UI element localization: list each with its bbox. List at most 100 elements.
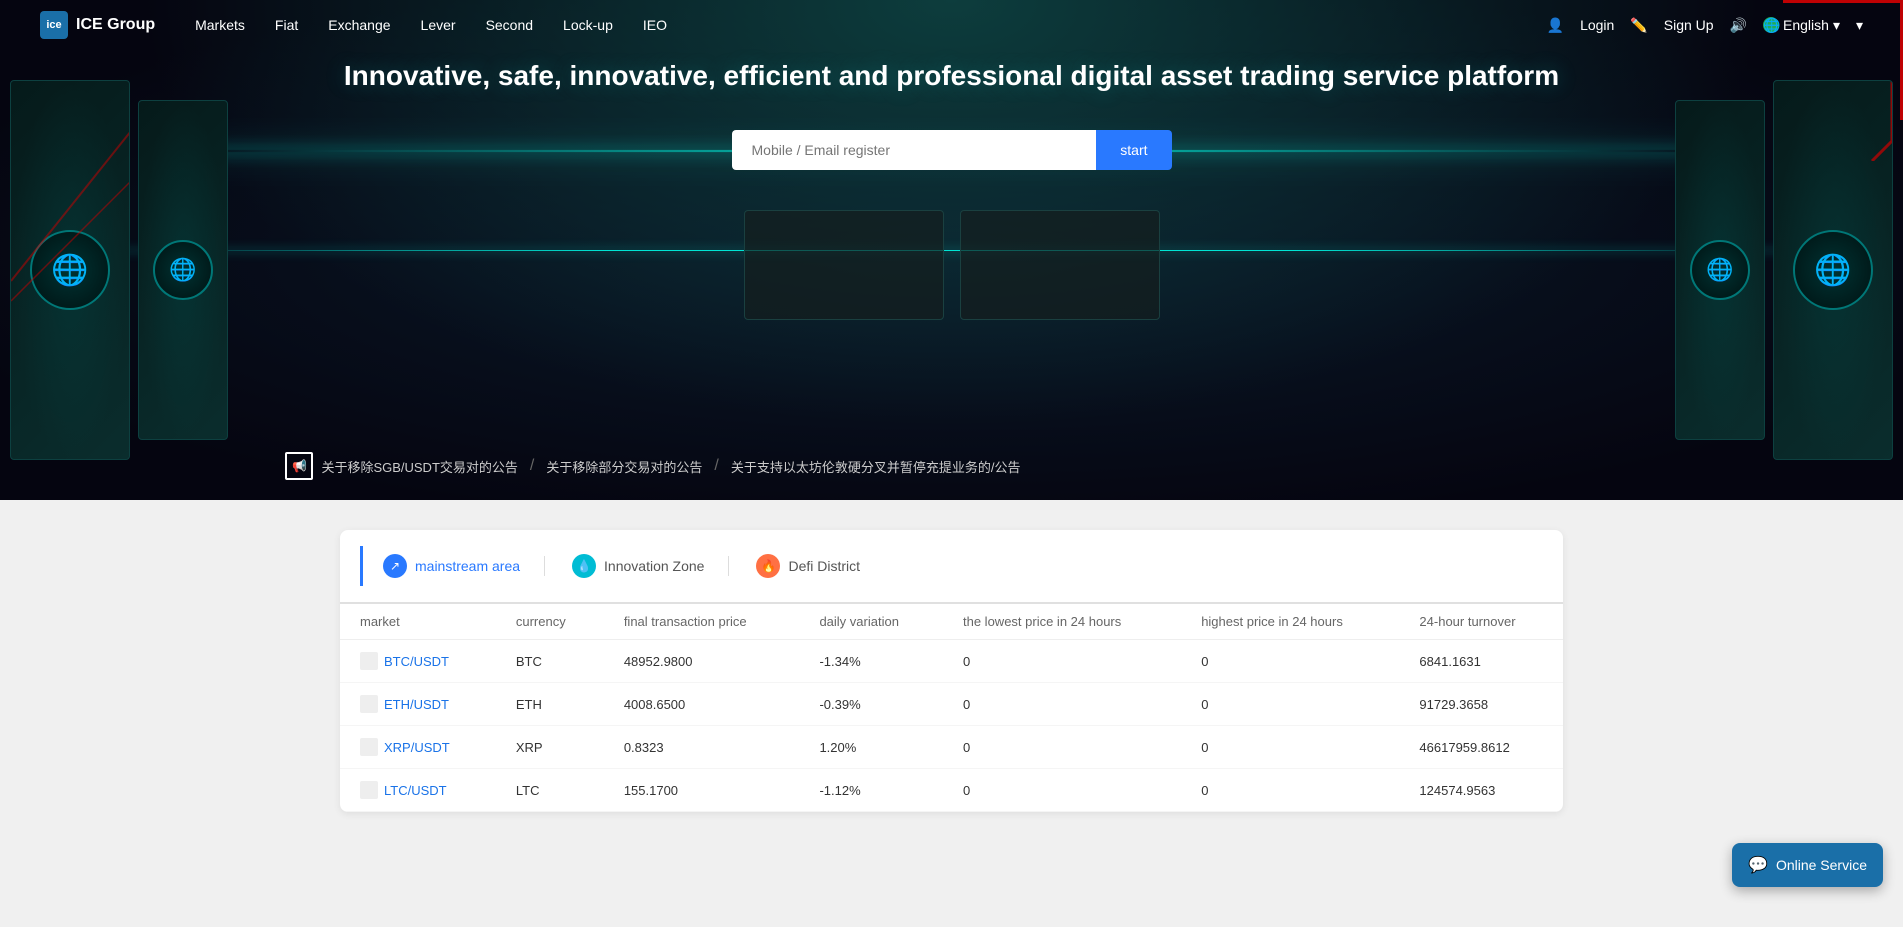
nav-second[interactable]: Second (486, 17, 533, 33)
pair-icon-1 (360, 695, 378, 713)
nav-lockup[interactable]: Lock-up (563, 17, 613, 33)
logo-icon: ice (40, 11, 68, 39)
cell-turnover-3: 124574.9563 (1399, 769, 1563, 812)
nav-markets[interactable]: Markets (195, 17, 245, 33)
globe-icon-right2: 🌐 (1793, 230, 1873, 310)
login-link[interactable]: Login (1580, 17, 1614, 33)
tab-mainstream[interactable]: ↗ mainstream area (360, 546, 540, 586)
chat-icon: 💬 (1748, 855, 1768, 875)
language-globe-icon: 🌐 (1763, 17, 1779, 33)
table-row[interactable]: LTC/USDT LTC 155.1700 -1.12% 0 0 124574.… (340, 769, 1563, 812)
logo-text: ICE Group (76, 16, 155, 34)
signup-link[interactable]: Sign Up (1664, 17, 1714, 33)
tab-innovation[interactable]: 💧 Innovation Zone (549, 546, 724, 586)
pair-icon-2 (360, 738, 378, 756)
defi-tab-icon: 🔥 (756, 554, 780, 578)
hero-search-bar: start (732, 130, 1172, 170)
globe-icon-left2: 🌐 (153, 240, 213, 300)
separator-2: / (714, 457, 718, 475)
nav-lever[interactable]: Lever (421, 17, 456, 33)
cell-price-2: 0.8323 (604, 726, 800, 769)
announcement-icon: 📢 (285, 452, 313, 480)
left-panel-1: 🌐 (10, 80, 130, 460)
globe-icon-right1: 🌐 (1690, 240, 1750, 300)
cell-currency-2: XRP (496, 726, 604, 769)
market-card: ↗ mainstream area 💧 Innovation Zone 🔥 De… (340, 530, 1563, 812)
cell-change-1: -0.39% (799, 683, 943, 726)
col-change: daily variation (799, 604, 943, 640)
table-row[interactable]: BTC/USDT BTC 48952.9800 -1.34% 0 0 6841.… (340, 640, 1563, 683)
cell-high-1: 0 (1181, 683, 1399, 726)
col-price: final transaction price (604, 604, 800, 640)
nav-ieo[interactable]: IEO (643, 17, 667, 33)
announcement-2[interactable]: 关于移除部分交易对的公告 (546, 457, 702, 476)
cell-price-1: 4008.6500 (604, 683, 800, 726)
col-turnover: 24-hour turnover (1399, 604, 1563, 640)
start-button[interactable]: start (1096, 130, 1171, 170)
cell-low-0: 0 (943, 640, 1181, 683)
tab-divider-1 (544, 556, 545, 576)
col-market: market (340, 604, 496, 640)
online-service-button[interactable]: 💬 Online Service (1732, 843, 1883, 887)
market-table: market currency final transaction price … (340, 604, 1563, 812)
navbar-nav: Markets Fiat Exchange Lever Second Lock-… (195, 17, 1547, 33)
hero-banner-2[interactable] (960, 210, 1160, 320)
red-corner-decoration (1812, 81, 1892, 161)
cell-high-3: 0 (1181, 769, 1399, 812)
tab-mainstream-label: mainstream area (415, 558, 520, 574)
innovation-tab-icon: 💧 (572, 554, 596, 578)
volume-icon[interactable]: 🔊 (1730, 17, 1747, 34)
col-high: highest price in 24 hours (1181, 604, 1399, 640)
cell-change-0: -1.34% (799, 640, 943, 683)
cell-low-3: 0 (943, 769, 1181, 812)
tab-divider-2 (728, 556, 729, 576)
cell-low-1: 0 (943, 683, 1181, 726)
cell-change-3: -1.12% (799, 769, 943, 812)
chevron-down-icon: ▾ (1833, 17, 1840, 34)
pair-label-2: XRP/USDT (384, 740, 450, 755)
cell-pair-2[interactable]: XRP/USDT (340, 726, 496, 769)
table-row[interactable]: ETH/USDT ETH 4008.6500 -0.39% 0 0 91729.… (340, 683, 1563, 726)
navbar-right: 👤 Login ✏️ Sign Up 🔊 🌐 English ▾ ▾ (1547, 17, 1863, 34)
cell-high-0: 0 (1181, 640, 1399, 683)
dropdown-icon[interactable]: ▾ (1856, 17, 1863, 34)
hero-banner-1[interactable] (744, 210, 944, 320)
cell-turnover-0: 6841.1631 (1399, 640, 1563, 683)
tab-innovation-label: Innovation Zone (604, 558, 704, 574)
tab-defi[interactable]: 🔥 Defi District (733, 546, 880, 586)
edit-icon: ✏️ (1630, 17, 1647, 34)
hero-banners (744, 210, 1160, 320)
nav-exchange[interactable]: Exchange (328, 17, 390, 33)
laser-lines (11, 81, 129, 459)
navbar: ice ICE Group Markets Fiat Exchange Leve… (0, 0, 1903, 50)
online-service-label: Online Service (1776, 857, 1867, 873)
language-selector[interactable]: 🌐 English ▾ (1763, 17, 1840, 34)
tab-defi-label: Defi District (788, 558, 860, 574)
hero-section: ice ICE Group Markets Fiat Exchange Leve… (0, 0, 1903, 500)
user-icon: 👤 (1547, 17, 1564, 34)
left-panel-2: 🌐 (138, 100, 228, 440)
pair-label-0: BTC/USDT (384, 654, 449, 669)
cell-pair-0[interactable]: BTC/USDT (340, 640, 496, 683)
cell-pair-3[interactable]: LTC/USDT (340, 769, 496, 812)
pair-icon-0 (360, 652, 378, 670)
cell-pair-1[interactable]: ETH/USDT (340, 683, 496, 726)
cell-currency-3: LTC (496, 769, 604, 812)
right-panel-1: 🌐 (1675, 100, 1765, 440)
pair-label-3: LTC/USDT (384, 783, 447, 798)
register-input[interactable] (732, 130, 1097, 170)
announcement-1[interactable]: 关于移除SGB/USDT交易对的公告 (321, 457, 517, 476)
hero-right-panels: 🌐 🌐 (1603, 40, 1903, 500)
cell-currency-0: BTC (496, 640, 604, 683)
hero-left-panels: 🌐 🌐 (0, 40, 300, 500)
navbar-logo[interactable]: ice ICE Group (40, 11, 155, 39)
announcement-3[interactable]: 关于支持以太坊伦敦硬分叉并暂停充提业务的/公告 (731, 457, 1021, 476)
pair-icon-3 (360, 781, 378, 799)
cell-change-2: 1.20% (799, 726, 943, 769)
table-row[interactable]: XRP/USDT XRP 0.8323 1.20% 0 0 46617959.8… (340, 726, 1563, 769)
market-section: ↗ mainstream area 💧 Innovation Zone 🔥 De… (0, 500, 1903, 842)
cell-price-3: 155.1700 (604, 769, 800, 812)
col-low: the lowest price in 24 hours (943, 604, 1181, 640)
right-panel-2: 🌐 (1773, 80, 1893, 460)
nav-fiat[interactable]: Fiat (275, 17, 298, 33)
